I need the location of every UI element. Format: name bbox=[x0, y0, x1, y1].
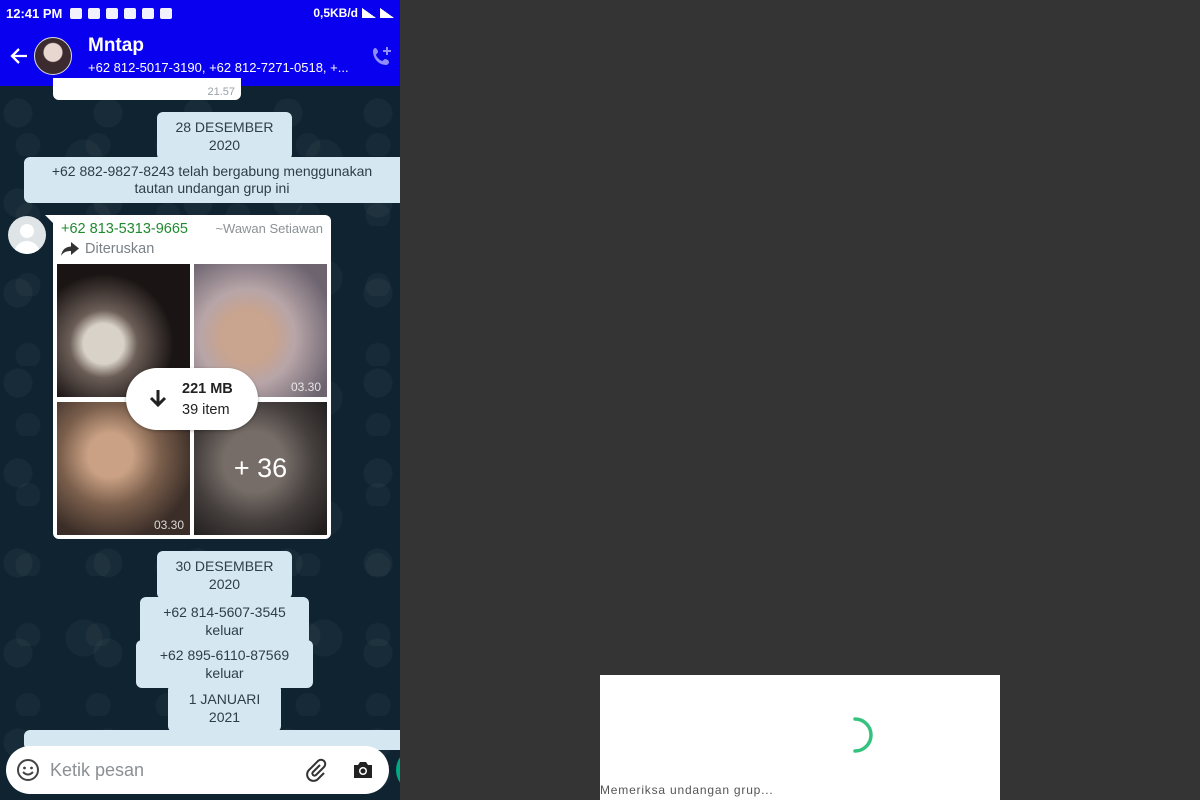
network-speed: 0,5KB/d bbox=[313, 6, 358, 20]
sender-name: ~Wawan Setiawan bbox=[215, 221, 323, 236]
date-divider: 1 JANUARI 2021 bbox=[168, 684, 281, 732]
paperclip-icon[interactable] bbox=[304, 758, 328, 782]
forwarded-text: Diteruskan bbox=[85, 241, 155, 257]
chat-notification-icon bbox=[88, 7, 101, 19]
shopee-notification-icon bbox=[124, 7, 137, 19]
app-notification-icon bbox=[106, 7, 119, 19]
message-time: 21.57 bbox=[207, 86, 235, 98]
message-notification-icon bbox=[70, 7, 83, 19]
camera-icon[interactable] bbox=[351, 758, 375, 782]
phone-screen: 12:41 PM 0,5KB/d Mntap +62 812-5017-3190… bbox=[0, 0, 400, 800]
download-item-count: 39 item bbox=[182, 402, 230, 418]
download-size: 221 MB bbox=[182, 381, 233, 397]
date-divider: 28 DESEMBER 2020 bbox=[157, 112, 292, 160]
sender-avatar[interactable] bbox=[8, 216, 46, 254]
back-arrow-icon[interactable] bbox=[4, 41, 34, 71]
loading-spinner-icon bbox=[853, 717, 873, 753]
mail-notification-icon bbox=[142, 7, 155, 19]
media-message-bubble[interactable]: +62 813-5313-9665 ~Wawan Setiawan Diteru… bbox=[53, 215, 331, 539]
message-input[interactable] bbox=[50, 752, 290, 788]
chat-title: Mntap bbox=[88, 35, 144, 56]
system-left-message: +62 814-5607-3545 keluar bbox=[140, 597, 309, 645]
status-time: 12:41 PM bbox=[6, 5, 63, 21]
sender-number[interactable]: +62 813-5313-9665 bbox=[61, 221, 188, 237]
video-duration: 03.30 bbox=[290, 380, 321, 394]
checking-invite-dialog: Memeriksa undangan grup... bbox=[600, 675, 1000, 800]
previous-message-bubble[interactable]: 21.57 bbox=[53, 78, 241, 100]
download-arrow-icon bbox=[149, 390, 167, 408]
add-call-icon[interactable] bbox=[370, 44, 394, 68]
forward-arrow-icon bbox=[61, 242, 79, 256]
signal-icon bbox=[362, 8, 376, 18]
system-join-message: +62 882-9827-8243 telah bergabung menggu… bbox=[24, 157, 400, 203]
photo-notification-icon bbox=[160, 7, 173, 19]
signal-icon-2 bbox=[380, 8, 394, 18]
emoji-icon[interactable] bbox=[16, 758, 40, 782]
download-button[interactable]: 221 MB 39 item bbox=[126, 368, 258, 430]
message-composer[interactable] bbox=[6, 746, 389, 794]
chat-header[interactable]: Mntap +62 812-5017-3190, +62 812-7271-05… bbox=[0, 26, 400, 86]
status-bar: 12:41 PM 0,5KB/d bbox=[0, 0, 400, 26]
forwarded-label: Diteruskan bbox=[61, 241, 154, 257]
video-duration: 03.30 bbox=[153, 518, 184, 532]
group-avatar[interactable] bbox=[34, 37, 72, 75]
dialog-message: Memeriksa undangan grup... bbox=[600, 783, 774, 797]
chat-participants: +62 812-5017-3190, +62 812-7271-0518, +.… bbox=[88, 60, 349, 75]
system-left-message: +62 895-6110-87569 keluar bbox=[136, 640, 313, 688]
date-divider: 30 DESEMBER 2020 bbox=[157, 551, 292, 599]
